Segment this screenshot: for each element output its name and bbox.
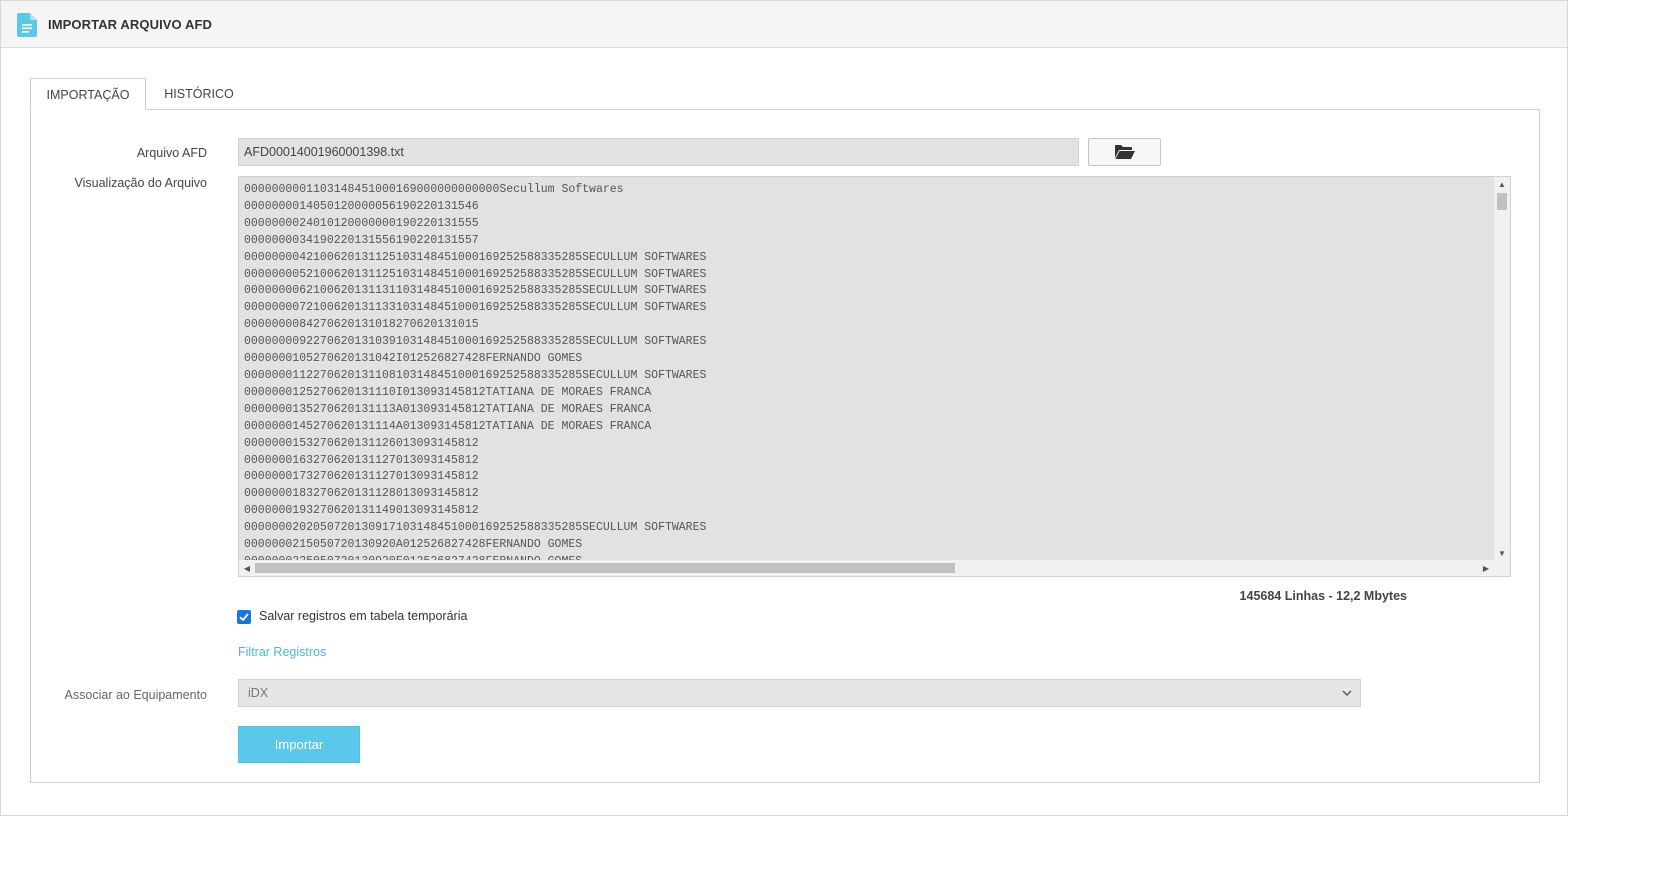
save-temp-checkbox[interactable] [237,610,251,624]
file-path-field[interactable]: AFD00014001960001398.txt [238,138,1079,166]
file-preview-line: 0000000034190220131556190220131557 [244,233,479,247]
folder-open-icon [1114,145,1135,159]
file-preview-line: 0000000153270620131126013093145812 [244,436,479,450]
file-preview-line: 0000000105270620131042I012526827428FERNA… [244,352,583,366]
title-bar: IMPORTAR ARQUIVO AFD [1,1,1567,48]
scroll-up-icon[interactable]: ▲ [1494,177,1510,191]
chevron-down-icon [1342,690,1352,696]
preview-label: Visualização do Arquivo [74,176,208,190]
file-preview-line: 0000000072100620131133103148451000169252… [244,301,707,315]
file-preview-line: 0000000173270620131127013093145812 [244,470,479,484]
equipment-label: Associar ao Equipamento [64,688,207,702]
file-preview-line: 0000000193270620131149013093145812 [244,504,479,518]
document-icon [17,13,37,37]
file-preview-line: 0000000062100620131131103148451000169252… [244,284,707,298]
file-preview-line: 0000000163270620131127013093145812 [244,453,479,467]
file-preview-line: 0000000202050720130917103148451000169252… [244,521,707,535]
equipment-select[interactable]: iDX [238,679,1361,707]
filter-records-link[interactable]: Filtrar Registros [238,645,326,659]
page-title: IMPORTAR ARQUIVO AFD [48,17,213,32]
save-temp-label[interactable]: Salvar registros em tabela temporária [259,609,467,623]
horizontal-scrollbar[interactable]: ◀ ▶ [239,560,1510,576]
file-preview-content: 0000000001103148451000169000000000000Sec… [244,182,1492,560]
vertical-scrollbar[interactable]: ▲ ▼ [1494,177,1510,560]
import-button[interactable]: Importar [238,726,360,763]
file-preview-line: 0000000001103148451000169000000000000Sec… [244,183,624,196]
file-stats: 145684 Linhas - 12,2 Mbytes [1239,589,1407,603]
tab-importacao[interactable]: IMPORTAÇÃO [30,78,146,110]
file-preview-line: 0000000014050120000056190220131546 [244,199,479,213]
scroll-down-icon[interactable]: ▼ [1494,546,1510,560]
equipment-selected-value: iDX [248,686,269,700]
file-preview-line: 0000000092270620131039103148451000169252… [244,335,707,349]
file-preview-line: 0000000145270620131114A013093145812TATIA… [244,419,652,433]
file-preview-line: 0000000183270620131128013093145812 [244,487,479,501]
file-preview-line: 0000000125270620131110I013093145812TATIA… [244,385,652,399]
file-preview-line: 0000000135270620131113A013093145812TATIA… [244,402,652,416]
check-icon [239,613,249,622]
vertical-scroll-thumb[interactable] [1497,193,1507,210]
file-label: Arquivo AFD [136,146,207,160]
browse-file-button[interactable] [1088,138,1161,166]
file-preview-line: 0000000042100620131125103148451000169252… [244,250,707,264]
file-preview-line: 0000000084270620131018270620131015 [244,318,479,332]
file-preview-line: 0000000052100620131125103148451000169252… [244,267,707,281]
import-afd-window: IMPORTAR ARQUIVO AFD IMPORTAÇÃO HISTÓRIC… [0,0,1568,816]
file-preview-line: 0000000112270620131108103148451000169252… [244,368,707,382]
tab-historico[interactable]: HISTÓRICO [164,78,234,110]
file-preview-line: 0000000215050720130920A012526827428FERNA… [244,538,583,552]
file-preview[interactable]: 0000000001103148451000169000000000000Sec… [238,176,1511,577]
horizontal-scroll-thumb[interactable] [255,563,955,573]
file-preview-line: 0000000024010120000000190220131555 [244,216,479,230]
scroll-left-icon[interactable]: ◀ [239,560,255,576]
scroll-right-icon[interactable]: ▶ [1478,560,1494,576]
